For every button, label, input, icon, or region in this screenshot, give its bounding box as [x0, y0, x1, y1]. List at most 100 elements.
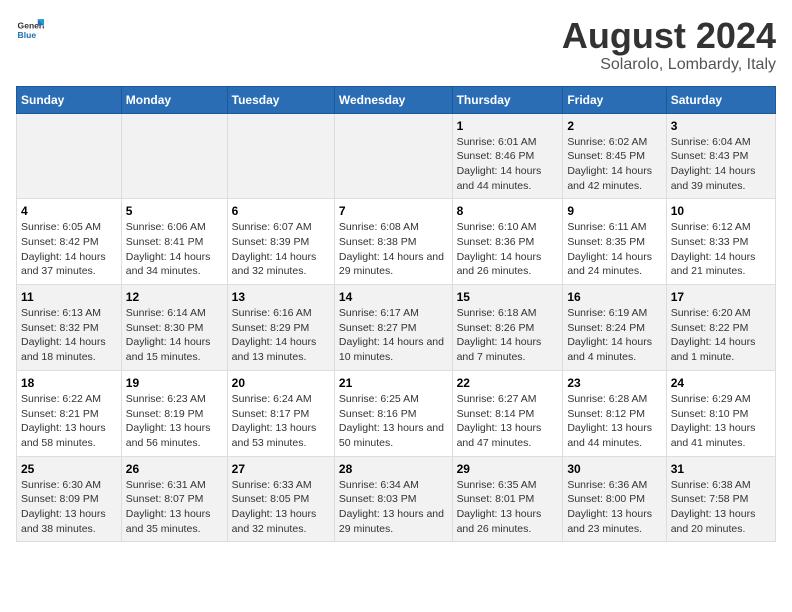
calendar-cell: 17Sunrise: 6:20 AMSunset: 8:22 PMDayligh…: [666, 285, 775, 371]
day-number: 14: [339, 290, 448, 304]
main-title: August 2024: [562, 16, 776, 56]
day-info: Sunrise: 6:01 AMSunset: 8:46 PMDaylight:…: [457, 136, 542, 192]
day-number: 24: [671, 376, 771, 390]
day-info: Sunrise: 6:19 AMSunset: 8:24 PMDaylight:…: [567, 307, 652, 363]
day-info: Sunrise: 6:17 AMSunset: 8:27 PMDaylight:…: [339, 307, 444, 363]
calendar-cell: 29 Sunrise: 6:35 AMSunset: 8:01 PMDayligh…: [452, 456, 563, 542]
day-info: Sunrise: 6:36 AMSunset: 8:00 PMDaylight:…: [567, 479, 652, 535]
calendar-cell: 18 Sunrise: 6:22 AMSunset: 8:21 PMDayligh…: [17, 370, 122, 456]
calendar-cell: 20 Sunrise: 6:24 AMSunset: 8:17 PMDayligh…: [227, 370, 334, 456]
calendar-cell: 22Sunrise: 6:27 AMSunset: 8:14 PMDayligh…: [452, 370, 563, 456]
day-info: Sunrise: 6:13 AMSunset: 8:32 PMDaylight:…: [21, 307, 106, 363]
day-number: 11: [21, 290, 117, 304]
day-number: 25: [21, 462, 117, 476]
day-number: 6: [232, 204, 330, 218]
calendar-cell: [121, 113, 227, 199]
day-number: 22: [457, 376, 559, 390]
calendar-cell: 13 Sunrise: 6:16 AMSunset: 8:29 PMDayligh…: [227, 285, 334, 371]
calendar-cell: 12Sunrise: 6:14 AMSunset: 8:30 PMDayligh…: [121, 285, 227, 371]
day-number: 2: [567, 119, 661, 133]
day-number: 10: [671, 204, 771, 218]
calendar-header-row: SundayMondayTuesdayWednesdayThursdayFrid…: [17, 86, 776, 113]
day-info: Sunrise: 6:07 AMSunset: 8:39 PMDaylight:…: [232, 221, 317, 277]
day-number: 5: [126, 204, 223, 218]
day-number: 21: [339, 376, 448, 390]
day-info: Sunrise: 6:35 AMSunset: 8:01 PMDaylight:…: [457, 479, 542, 535]
day-of-week-header: Thursday: [452, 86, 563, 113]
day-info: Sunrise: 6:34 AMSunset: 8:03 PMDaylight:…: [339, 479, 444, 535]
day-number: 23: [567, 376, 661, 390]
calendar-table: SundayMondayTuesdayWednesdayThursdayFrid…: [16, 86, 776, 543]
calendar-cell: 31 Sunrise: 6:38 AMSunset: 7:58 PMDayligh…: [666, 456, 775, 542]
title-area: August 2024 Solarolo, Lombardy, Italy: [562, 16, 776, 74]
calendar-cell: [227, 113, 334, 199]
calendar-cell: 11 Sunrise: 6:13 AMSunset: 8:32 PMDayligh…: [17, 285, 122, 371]
logo: General Blue: [16, 16, 44, 44]
day-of-week-header: Sunday: [17, 86, 122, 113]
day-number: 26: [126, 462, 223, 476]
calendar-cell: 5Sunrise: 6:06 AMSunset: 8:41 PMDaylight…: [121, 199, 227, 285]
day-info: Sunrise: 6:33 AMSunset: 8:05 PMDaylight:…: [232, 479, 317, 535]
day-info: Sunrise: 6:24 AMSunset: 8:17 PMDaylight:…: [232, 393, 317, 449]
day-number: 15: [457, 290, 559, 304]
calendar-cell: 7Sunrise: 6:08 AMSunset: 8:38 PMDaylight…: [334, 199, 452, 285]
day-info: Sunrise: 6:16 AMSunset: 8:29 PMDaylight:…: [232, 307, 317, 363]
day-info: Sunrise: 6:28 AMSunset: 8:12 PMDaylight:…: [567, 393, 652, 449]
day-number: 28: [339, 462, 448, 476]
day-number: 4: [21, 204, 117, 218]
calendar-week-row: 25 Sunrise: 6:30 AMSunset: 8:09 PMDayligh…: [17, 456, 776, 542]
day-info: Sunrise: 6:23 AMSunset: 8:19 PMDaylight:…: [126, 393, 211, 449]
calendar-cell: 25 Sunrise: 6:30 AMSunset: 8:09 PMDayligh…: [17, 456, 122, 542]
day-info: Sunrise: 6:22 AMSunset: 8:21 PMDaylight:…: [21, 393, 106, 449]
day-info: Sunrise: 6:10 AMSunset: 8:36 PMDaylight:…: [457, 221, 542, 277]
day-info: Sunrise: 6:25 AMSunset: 8:16 PMDaylight:…: [339, 393, 444, 449]
calendar-cell: 1 Sunrise: 6:01 AMSunset: 8:46 PMDaylight…: [452, 113, 563, 199]
sub-title: Solarolo, Lombardy, Italy: [562, 56, 776, 74]
calendar-cell: 19 Sunrise: 6:23 AMSunset: 8:19 PMDayligh…: [121, 370, 227, 456]
calendar-week-row: 18 Sunrise: 6:22 AMSunset: 8:21 PMDayligh…: [17, 370, 776, 456]
day-number: 18: [21, 376, 117, 390]
day-number: 13: [232, 290, 330, 304]
day-of-week-header: Friday: [563, 86, 666, 113]
calendar-cell: 24 Sunrise: 6:29 AMSunset: 8:10 PMDayligh…: [666, 370, 775, 456]
day-number: 8: [457, 204, 559, 218]
calendar-cell: 15 Sunrise: 6:18 AMSunset: 8:26 PMDayligh…: [452, 285, 563, 371]
day-of-week-header: Monday: [121, 86, 227, 113]
day-number: 1: [457, 119, 559, 133]
logo-icon: General Blue: [16, 16, 44, 44]
day-number: 27: [232, 462, 330, 476]
calendar-cell: 14 Sunrise: 6:17 AMSunset: 8:27 PMDayligh…: [334, 285, 452, 371]
calendar-cell: 6 Sunrise: 6:07 AMSunset: 8:39 PMDaylight…: [227, 199, 334, 285]
day-info: Sunrise: 6:20 AMSunset: 8:22 PMDaylight:…: [671, 307, 756, 363]
calendar-cell: 21 Sunrise: 6:25 AMSunset: 8:16 PMDayligh…: [334, 370, 452, 456]
day-info: Sunrise: 6:38 AMSunset: 7:58 PMDaylight:…: [671, 479, 756, 535]
calendar-cell: [17, 113, 122, 199]
calendar-cell: 16 Sunrise: 6:19 AMSunset: 8:24 PMDayligh…: [563, 285, 666, 371]
calendar-week-row: 11 Sunrise: 6:13 AMSunset: 8:32 PMDayligh…: [17, 285, 776, 371]
header: General Blue August 2024 Solarolo, Lomba…: [16, 16, 776, 74]
calendar-week-row: 4 Sunrise: 6:05 AMSunset: 8:42 PMDaylight…: [17, 199, 776, 285]
day-info: Sunrise: 6:08 AMSunset: 8:38 PMDaylight:…: [339, 221, 444, 277]
svg-text:Blue: Blue: [18, 30, 37, 40]
calendar-cell: 9Sunrise: 6:11 AMSunset: 8:35 PMDaylight…: [563, 199, 666, 285]
calendar-cell: 28 Sunrise: 6:34 AMSunset: 8:03 PMDayligh…: [334, 456, 452, 542]
day-of-week-header: Saturday: [666, 86, 775, 113]
day-info: Sunrise: 6:11 AMSunset: 8:35 PMDaylight:…: [567, 221, 652, 277]
day-info: Sunrise: 6:05 AMSunset: 8:42 PMDaylight:…: [21, 221, 106, 277]
calendar-cell: 27 Sunrise: 6:33 AMSunset: 8:05 PMDayligh…: [227, 456, 334, 542]
day-info: Sunrise: 6:29 AMSunset: 8:10 PMDaylight:…: [671, 393, 756, 449]
day-of-week-header: Tuesday: [227, 86, 334, 113]
day-number: 12: [126, 290, 223, 304]
calendar-cell: 23 Sunrise: 6:28 AMSunset: 8:12 PMDayligh…: [563, 370, 666, 456]
day-number: 20: [232, 376, 330, 390]
calendar-cell: 4 Sunrise: 6:05 AMSunset: 8:42 PMDaylight…: [17, 199, 122, 285]
day-number: 19: [126, 376, 223, 390]
calendar-cell: 30Sunrise: 6:36 AMSunset: 8:00 PMDayligh…: [563, 456, 666, 542]
day-number: 31: [671, 462, 771, 476]
day-number: 29: [457, 462, 559, 476]
day-info: Sunrise: 6:12 AMSunset: 8:33 PMDaylight:…: [671, 221, 756, 277]
day-info: Sunrise: 6:30 AMSunset: 8:09 PMDaylight:…: [21, 479, 106, 535]
day-number: 16: [567, 290, 661, 304]
day-info: Sunrise: 6:18 AMSunset: 8:26 PMDaylight:…: [457, 307, 542, 363]
calendar-cell: [334, 113, 452, 199]
